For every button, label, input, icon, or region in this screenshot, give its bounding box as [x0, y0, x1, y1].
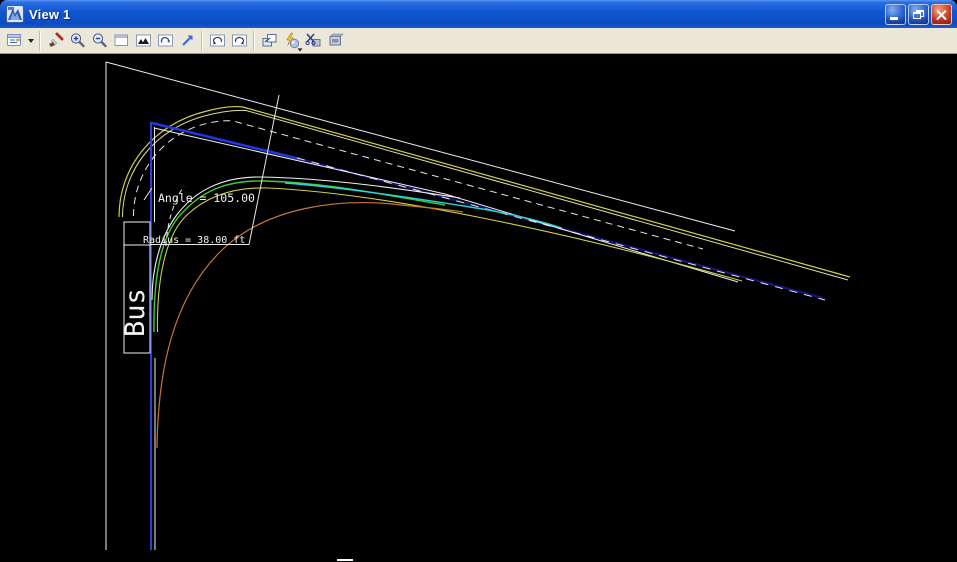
fit-view-icon [135, 32, 152, 49]
update-view-button[interactable] [44, 30, 66, 52]
toolbar-separator [201, 31, 203, 51]
pan-view-button[interactable] [176, 30, 198, 52]
view-next-button[interactable] [228, 30, 250, 52]
rotate-view-button[interactable] [154, 30, 176, 52]
update-view-icon [47, 32, 64, 49]
view-toolbar [0, 28, 957, 54]
pan-view-icon [179, 32, 196, 49]
view-canvas[interactable]: Bus Angle = 105.00 Radius = 38.00 ft [0, 54, 957, 562]
window-area-button[interactable] [110, 30, 132, 52]
bus-label: Bus [120, 288, 151, 337]
chevron-down-icon [298, 48, 303, 51]
microstation-view-icon [6, 5, 24, 23]
zoom-in-icon [69, 32, 86, 49]
window-controls [885, 4, 952, 25]
restore-icon [913, 10, 924, 19]
clip-volume-button[interactable] [302, 30, 324, 52]
road-edge-middle [154, 128, 738, 282]
clip-volume-icon [305, 32, 322, 49]
radius-label: Radius = 38.00 ft [143, 235, 245, 246]
view-next-icon [231, 32, 248, 49]
toolbar-separator [253, 31, 255, 51]
view-display-mode-button[interactable] [280, 30, 302, 52]
row-line-blue-diagonal [152, 123, 300, 159]
minimize-icon [890, 17, 898, 20]
minimize-button[interactable] [885, 4, 906, 25]
rotate-view-icon [157, 32, 174, 49]
drawing-area[interactable]: Bus Angle = 105.00 Radius = 38.00 ft [0, 54, 957, 562]
display-mode-icon [283, 32, 300, 49]
road-edge-top-diagonal [106, 62, 735, 231]
zoom-out-button[interactable] [88, 30, 110, 52]
view-attributes-button[interactable] [3, 30, 25, 52]
fit-view-button[interactable] [132, 30, 154, 52]
zoom-in-button[interactable] [66, 30, 88, 52]
clip-mask-icon [327, 32, 344, 49]
view-window: View 1 [0, 0, 957, 562]
title-bar[interactable]: View 1 [0, 0, 957, 28]
turn-path-cyan [285, 183, 562, 228]
close-icon [932, 5, 951, 24]
view-attributes-dropdown[interactable] [25, 30, 36, 52]
close-button[interactable] [931, 4, 952, 25]
chevron-down-icon [28, 39, 34, 43]
toolbar-separator [39, 31, 41, 51]
view-attributes-icon [6, 32, 23, 49]
window-title: View 1 [29, 7, 70, 22]
copy-view-icon [261, 32, 278, 49]
angle-label: Angle = 105.00 [158, 191, 255, 205]
copy-view-button[interactable] [258, 30, 280, 52]
zoom-out-icon [91, 32, 108, 49]
restore-button[interactable] [908, 4, 929, 25]
window-area-icon [113, 32, 130, 49]
clip-mask-button[interactable] [324, 30, 346, 52]
view-previous-button[interactable] [206, 30, 228, 52]
view-previous-icon [209, 32, 226, 49]
